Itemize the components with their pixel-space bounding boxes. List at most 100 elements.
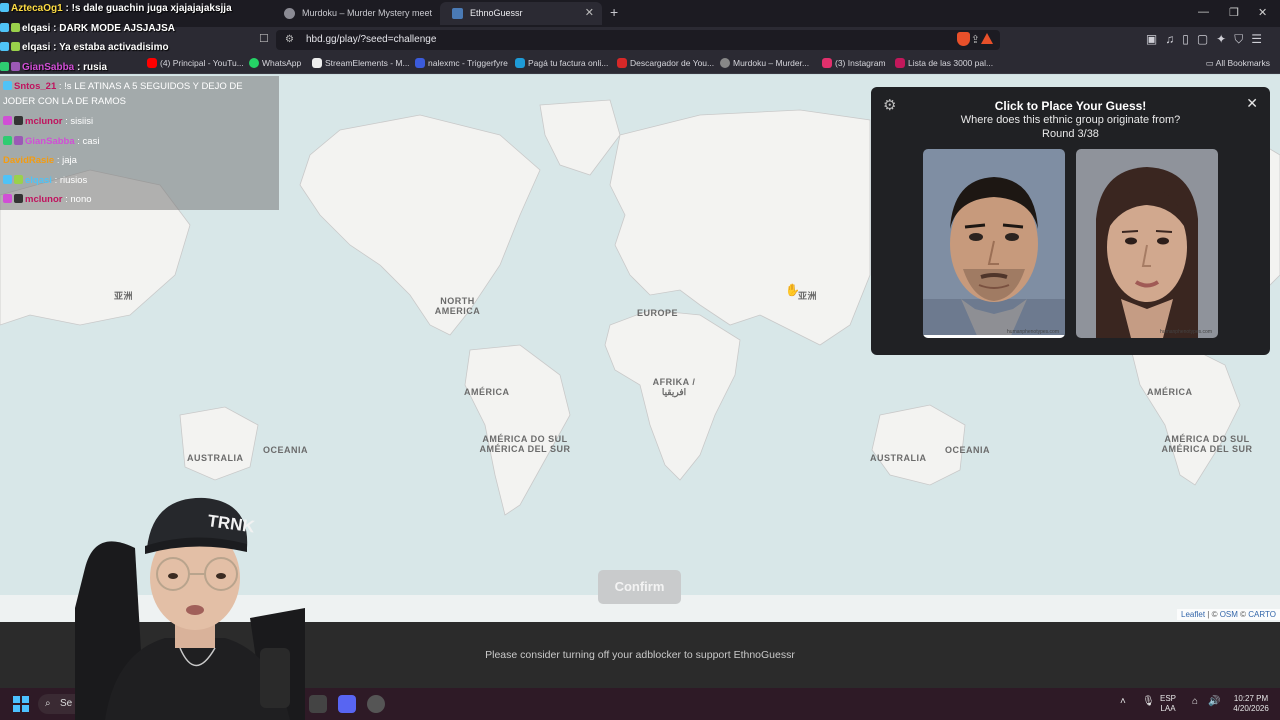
sub-badge-icon bbox=[11, 62, 20, 71]
tray-chevron-icon[interactable]: ˄ bbox=[1120, 697, 1126, 707]
address-bar[interactable]: ⚙ hbd.gg/play/?seed=challenge ⇪ bbox=[276, 30, 1000, 50]
sub-badge-icon bbox=[3, 116, 12, 125]
male-face-image[interactable]: humanphenotypes.com bbox=[923, 149, 1065, 338]
download-icon bbox=[617, 58, 627, 68]
url-text: hbd.gg/play/?seed=challenge bbox=[306, 34, 437, 45]
tab-label: Murdoku – Murder Mystery meets Su bbox=[302, 8, 432, 18]
tab-label: EthnoGuessr bbox=[470, 8, 523, 18]
chat-message: mclunor : nono bbox=[0, 190, 279, 209]
window-close-button[interactable]: ✕ bbox=[1258, 6, 1267, 19]
mic-icon[interactable]: 🎙 bbox=[1142, 697, 1155, 707]
map-label-oceania: OCEANIA bbox=[263, 445, 309, 455]
sub-badge-icon bbox=[14, 136, 23, 145]
language-indicator[interactable]: ESP LAA bbox=[1160, 694, 1176, 714]
list-icon bbox=[895, 58, 905, 68]
carto-link[interactable]: CARTO bbox=[1248, 610, 1276, 619]
prime-badge-icon bbox=[0, 42, 9, 51]
prime-badge-icon bbox=[3, 81, 12, 90]
sub-badge-icon bbox=[11, 23, 20, 32]
verified-badge-icon bbox=[0, 62, 9, 71]
bookmark-item[interactable]: StreamElements - M... bbox=[312, 53, 410, 74]
streamelements-icon bbox=[312, 58, 322, 68]
bookmarks-bar: (4) Principal - YouTu... WhatsApp Stream… bbox=[0, 53, 1280, 74]
prime-badge-icon bbox=[0, 3, 9, 12]
brave-rewards-icon[interactable] bbox=[981, 33, 993, 44]
network-icon[interactable]: ⌂ bbox=[1192, 697, 1198, 707]
osm-link[interactable]: OSM bbox=[1220, 610, 1238, 619]
chat-message: elqasi : Ya estaba activadisimo bbox=[0, 42, 169, 53]
windows-start-icon[interactable] bbox=[13, 696, 29, 712]
prime-badge-icon bbox=[0, 23, 9, 32]
round-counter: Round 3/38 bbox=[1042, 128, 1099, 140]
bookmark-item[interactable]: Murdoku – Murder... bbox=[720, 53, 809, 74]
site-info-icon[interactable]: ⚙ bbox=[285, 30, 294, 50]
search-icon: ⌕ bbox=[45, 698, 51, 709]
chat-message: GianSabba : rusia bbox=[0, 62, 107, 73]
tab-ethnoguessr[interactable]: EthnoGuessr ✕ bbox=[440, 2, 602, 25]
watermark: humanphenotypes.com bbox=[1007, 329, 1059, 335]
map-label-south-america: AMÉRICA DO SUL AMÉRICA DEL SUR bbox=[1161, 434, 1253, 454]
chat-message: GianSabba : casi bbox=[0, 132, 279, 151]
globe-icon bbox=[720, 58, 730, 68]
chat-message: elqasi : DARK MODE AJSJAJSA bbox=[0, 23, 175, 34]
bookmark-item[interactable]: (4) Principal - YouTu... bbox=[147, 53, 244, 74]
map-label-australia: AUSTRALIA bbox=[870, 453, 927, 463]
map-attribution: Leaflet | © OSM © CARTO bbox=[1177, 609, 1280, 620]
chat-message-continuation: JODER CON LA DE RAMOS bbox=[3, 96, 126, 107]
panel-question: Where does this ethnic group originate f… bbox=[960, 114, 1181, 126]
tab-murdoku[interactable]: Murdoku – Murder Mystery meets Su bbox=[272, 2, 432, 25]
youtube-icon bbox=[147, 58, 157, 68]
guess-panel: ⚙ ✕ Click to Place Your Guess! Where doe… bbox=[871, 87, 1270, 355]
factura-icon bbox=[515, 58, 525, 68]
tab-close-icon[interactable]: ✕ bbox=[585, 2, 594, 25]
bookmark-item[interactable]: (3) Instagram bbox=[822, 53, 886, 74]
webcam-overlay: TRNK bbox=[75, 488, 305, 720]
discord-icon[interactable] bbox=[338, 695, 356, 713]
map-label-north-america: NORTH AMERICA bbox=[434, 296, 481, 316]
mod-badge-icon bbox=[14, 116, 23, 125]
instagram-icon bbox=[822, 58, 832, 68]
confirm-button[interactable]: Confirm bbox=[598, 570, 681, 604]
restore-button[interactable]: ❐ bbox=[1229, 6, 1239, 19]
chat-message: DavidRasie : jaja bbox=[3, 155, 77, 166]
bookmark-icon[interactable]: ☐ bbox=[259, 32, 269, 45]
bookmark-item[interactable]: Descargador de You... bbox=[617, 53, 714, 74]
map-label-america: AMÉRICA bbox=[464, 387, 510, 397]
map-label-south-america: AMÉRICA DO SUL AMÉRICA DEL SUR bbox=[479, 434, 571, 454]
female-face-image[interactable]: humanphenotypes.com bbox=[1076, 149, 1218, 338]
minimize-button[interactable]: — bbox=[1198, 6, 1209, 18]
hand-cursor-icon: ✋ bbox=[785, 283, 800, 297]
map-label-africa: AFRIKA / افريقيا bbox=[652, 377, 696, 397]
capcut-icon[interactable] bbox=[309, 695, 327, 713]
screen: Murdoku – Murder Mystery meets Su EthnoG… bbox=[0, 0, 1280, 720]
chat-box: Sntos_21 : !s LE ATINAS A 5 SEGUIDOS Y D… bbox=[0, 76, 279, 210]
bookmark-item[interactable]: nalexmc - Triggerfyre bbox=[415, 53, 508, 74]
panel-title: Click to Place Your Guess! bbox=[994, 99, 1147, 113]
bookmark-item[interactable]: Lista de las 3000 pal... bbox=[895, 53, 993, 74]
clock[interactable]: 10:27 PM 4/20/2026 bbox=[1225, 694, 1277, 714]
sub-badge-icon bbox=[11, 42, 20, 51]
watermark: humanphenotypes.com bbox=[1160, 329, 1212, 335]
volume-icon[interactable]: 🔊 bbox=[1208, 697, 1220, 707]
leaflet-link[interactable]: Leaflet bbox=[1181, 610, 1205, 619]
toolbar: ☐ ⚙ hbd.gg/play/?seed=challenge ⇪ ▣♫▯▢✦⛉… bbox=[0, 27, 1280, 53]
chrome-icon[interactable] bbox=[367, 695, 385, 713]
prime-badge-icon bbox=[3, 175, 12, 184]
whatsapp-icon bbox=[249, 58, 259, 68]
bookmark-item[interactable]: Pagá tu factura onli... bbox=[515, 53, 608, 74]
mod-badge-icon bbox=[14, 194, 23, 203]
sub-badge-icon bbox=[3, 194, 12, 203]
bookmark-item[interactable]: WhatsApp bbox=[249, 53, 301, 74]
new-tab-button[interactable]: + bbox=[610, 4, 618, 20]
toolbar-icons[interactable]: ▣♫▯▢✦⛉☰ bbox=[1146, 32, 1270, 47]
map-label: 亚洲 bbox=[114, 291, 134, 301]
map-label-australia: AUSTRALIA bbox=[187, 453, 244, 463]
verified-badge-icon bbox=[3, 136, 12, 145]
sub-badge-icon bbox=[14, 175, 23, 184]
all-bookmarks-button[interactable]: ▭ All Bookmarks bbox=[1206, 53, 1270, 74]
chat-message: elqasi : riusios bbox=[0, 171, 279, 190]
map-label-america: AMÉRICA bbox=[1147, 387, 1193, 397]
chat-message: AztecaOg1 : !s dale guachin juga xjajaja… bbox=[0, 3, 232, 14]
brave-shield-icon[interactable] bbox=[957, 32, 970, 46]
map-label-europe: EUROPE bbox=[637, 308, 679, 318]
